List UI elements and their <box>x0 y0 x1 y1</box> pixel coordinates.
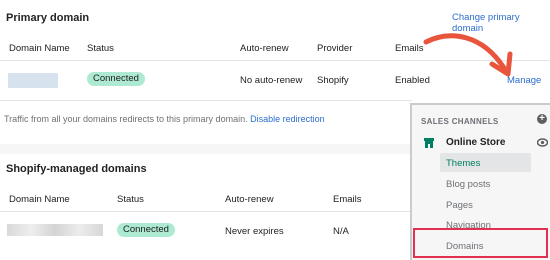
online-store-item[interactable]: Online Store <box>420 136 548 150</box>
status-badge: Connected <box>117 223 175 237</box>
sidebar-item-blog-posts[interactable]: Blog posts <box>446 179 490 190</box>
store-icon <box>424 138 434 148</box>
domains-highlight-box <box>413 228 548 258</box>
redirect-note: Traffic from all your domains redirects … <box>4 114 325 124</box>
redirect-note-text: Traffic from all your domains redirects … <box>4 114 248 124</box>
col-status: Status <box>117 194 144 205</box>
card-gap <box>0 144 412 154</box>
auto-renew-value: No auto-renew <box>240 75 303 86</box>
sidebar-item-themes[interactable]: Themes <box>446 158 480 169</box>
col-auto-renew: Auto-renew <box>240 43 289 54</box>
status-badge: Connected <box>87 72 145 86</box>
col-auto-renew: Auto-renew <box>225 194 274 205</box>
emails-value: N/A <box>333 226 349 237</box>
col-emails: Emails <box>333 194 362 205</box>
col-domain-name: Domain Name <box>9 43 70 54</box>
annotation-arrow <box>423 33 513 77</box>
sidebar-item-pages[interactable]: Pages <box>446 200 473 211</box>
online-store-label: Online Store <box>446 137 506 148</box>
col-provider: Provider <box>317 43 353 54</box>
add-channel-icon[interactable]: + <box>537 114 547 124</box>
col-status: Status <box>87 43 114 54</box>
managed-domains-title: Shopify-managed domains <box>6 163 147 175</box>
eye-icon[interactable] <box>537 138 548 147</box>
divider <box>0 100 412 101</box>
domain-name-redacted <box>8 73 58 88</box>
provider-value: Shopify <box>317 75 349 86</box>
primary-domain-title: Primary domain <box>6 12 90 24</box>
divider <box>0 211 412 212</box>
domain-name-redacted <box>7 224 103 236</box>
disable-redirection-link[interactable]: Disable redirection <box>250 114 325 124</box>
auto-renew-value: Never expires <box>225 226 284 237</box>
col-domain-name: Domain Name <box>9 194 70 205</box>
sales-channels-heading: SALES CHANNELS <box>421 117 499 126</box>
